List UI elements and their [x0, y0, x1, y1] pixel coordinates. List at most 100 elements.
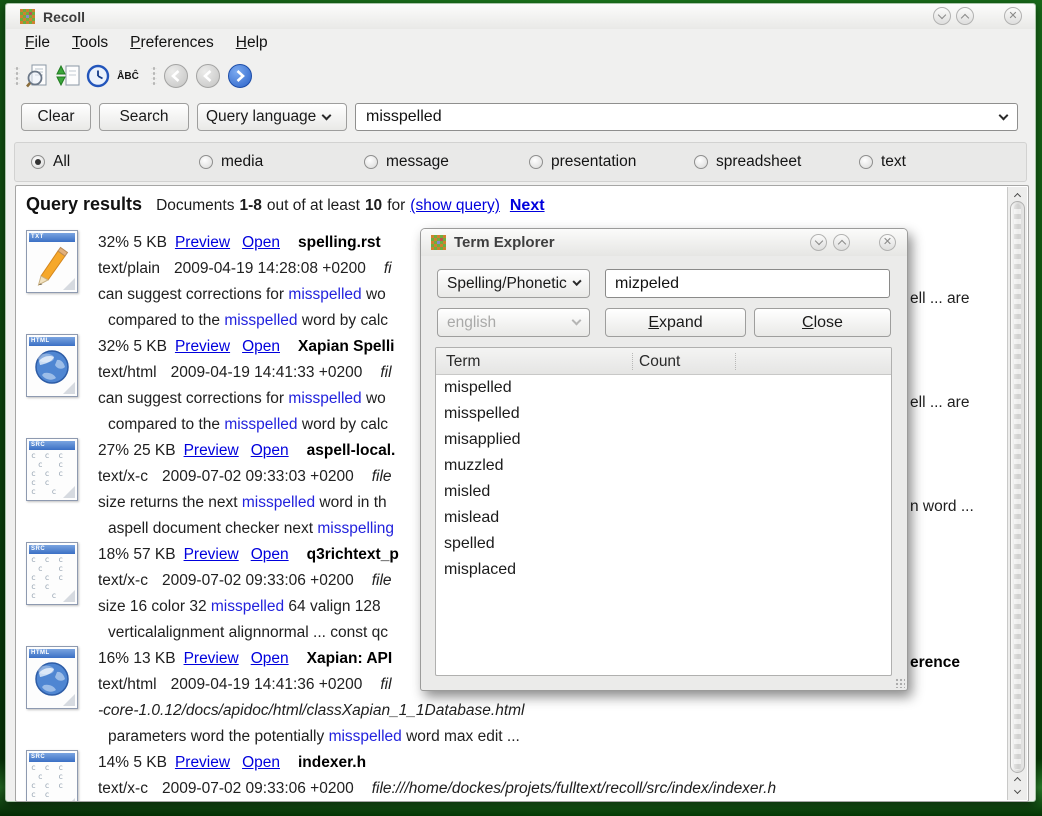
filter-presentation[interactable]: presentation — [529, 143, 636, 181]
search-mode-select[interactable]: Query language — [197, 103, 347, 131]
source-code-icon: c c c c cc c cc cc c — [31, 555, 65, 600]
menu-tools[interactable]: Tools — [61, 32, 119, 54]
scroll-up-button[interactable] — [1008, 188, 1027, 201]
filter-message[interactable]: message — [364, 143, 449, 181]
main-titlebar[interactable]: Recoll ✕ — [6, 4, 1035, 29]
open-link[interactable]: Open — [242, 338, 280, 355]
previous-page-button[interactable] — [196, 64, 220, 88]
menu-bar: File Tools Preferences Help — [6, 29, 1035, 57]
close-button[interactable]: ✕ — [1004, 7, 1022, 25]
scroll-up-button2[interactable] — [1008, 772, 1027, 785]
desktop-background: Recoll ✕ File Tools Preferences Help — [0, 0, 1042, 816]
column-term[interactable]: Term — [446, 348, 480, 375]
txt-doc-icon[interactable]: TXT — [26, 230, 78, 293]
search-button[interactable]: Search — [99, 103, 189, 131]
chevron-down-icon[interactable] — [999, 110, 1009, 120]
next-page-button[interactable] — [228, 64, 252, 88]
term-row[interactable]: mislead — [436, 505, 891, 531]
results-header: Query results Documents 1-8 out of at le… — [26, 194, 545, 215]
toolbar-grip[interactable] — [14, 65, 20, 87]
highlighted-term: misspelled — [288, 286, 361, 303]
open-link[interactable]: Open — [251, 442, 289, 459]
term-row[interactable]: misapplied — [436, 427, 891, 453]
history-icon[interactable] — [83, 61, 113, 91]
open-link[interactable]: Open — [251, 650, 289, 667]
open-link[interactable]: Open — [242, 234, 280, 251]
highlighted-term: misspelled — [288, 390, 361, 407]
results-scrollbar[interactable] — [1007, 187, 1027, 800]
html-doc-icon[interactable]: HTML — [26, 646, 78, 709]
filter-media[interactable]: media — [199, 143, 263, 181]
result-title: indexer.h — [298, 754, 366, 771]
result-title: spelling.rst — [298, 234, 381, 251]
doc-date: 2009-04-19 14:28:08 +0200 — [174, 260, 366, 277]
shade-button[interactable] — [933, 7, 951, 25]
scroll-down-button[interactable] — [1008, 785, 1027, 798]
term-input[interactable] — [605, 269, 890, 298]
resize-grip[interactable] — [895, 678, 905, 688]
term-row[interactable]: misspelled — [436, 401, 891, 427]
clear-button[interactable]: Clear — [21, 103, 91, 131]
expansion-mode-select[interactable]: Spelling/Phonetic — [437, 269, 590, 298]
dialog-close-action-button[interactable]: Close — [754, 308, 891, 337]
arrow-right-icon — [234, 70, 246, 82]
snippet-line: -core-1.0.12/docs/apidoc/html/classXapia… — [98, 698, 525, 724]
html-doc-icon[interactable]: HTML — [26, 334, 78, 397]
result-title: aspell-local. — [307, 442, 396, 459]
dialog-titlebar[interactable]: Term Explorer ✕ — [421, 229, 907, 256]
term-explorer-icon[interactable]: ÅBĈ — [113, 61, 143, 91]
dialog-close-button[interactable]: ✕ — [879, 234, 896, 251]
menu-preferences[interactable]: Preferences — [119, 32, 225, 54]
preview-link[interactable]: Preview — [184, 442, 239, 459]
open-link[interactable]: Open — [242, 754, 280, 771]
sort-parameters-icon[interactable] — [53, 61, 83, 91]
doc-url: file — [372, 572, 392, 589]
term-row[interactable]: mispelled — [436, 375, 891, 401]
filter-all[interactable]: All — [31, 143, 70, 181]
mime-type: text/x-c — [98, 572, 148, 589]
dialog-shade-button[interactable] — [810, 234, 827, 251]
search-input[interactable] — [356, 108, 993, 126]
result-title: Xapian: API — [307, 650, 393, 667]
preview-link[interactable]: Preview — [175, 234, 230, 251]
occluded-text-fragment: erence — [910, 650, 960, 676]
term-row[interactable]: spelled — [436, 531, 891, 557]
terms-table: Term Count mispelledmisspelledmisapplied… — [435, 347, 892, 676]
snippet-line: compared to the misspelled word by calc — [98, 308, 392, 334]
dialog-maximize-button[interactable] — [833, 234, 850, 251]
preview-link[interactable]: Preview — [184, 650, 239, 667]
doc-url: fil — [380, 676, 391, 693]
show-query-link[interactable]: (show query) — [410, 197, 500, 215]
first-page-button[interactable] — [164, 64, 188, 88]
advanced-search-icon[interactable] — [23, 61, 53, 91]
term-row[interactable]: misplaced — [436, 557, 891, 583]
preview-link[interactable]: Preview — [175, 754, 230, 771]
term-explorer-dialog: Term Explorer ✕ Spelling/Phonetic englis… — [420, 228, 908, 691]
toolbar-grip[interactable] — [151, 65, 157, 87]
query-combobox[interactable] — [355, 103, 1018, 131]
filter-text[interactable]: text — [859, 143, 906, 181]
mime-type: text/x-c — [98, 780, 148, 797]
radio-icon — [199, 155, 213, 169]
preview-link[interactable]: Preview — [184, 546, 239, 563]
src-doc-icon[interactable]: SRCc c c c cc c cc cc c — [26, 750, 78, 802]
recoll-app-icon — [431, 235, 446, 250]
open-link[interactable]: Open — [251, 546, 289, 563]
src-doc-icon[interactable]: SRCc c c c cc c cc cc c — [26, 542, 78, 605]
term-row[interactable]: muzzled — [436, 453, 891, 479]
language-select: english — [437, 308, 590, 337]
src-doc-icon[interactable]: SRCc c c c cc c cc cc c — [26, 438, 78, 501]
terms-table-header[interactable]: Term Count — [436, 348, 891, 375]
column-count[interactable]: Count — [639, 348, 680, 375]
snippet-line: can suggest corrections for misspelled w… — [98, 282, 392, 308]
next-page-link[interactable]: Next — [510, 197, 545, 215]
expand-button[interactable]: Expand — [605, 308, 746, 337]
menu-file[interactable]: File — [14, 32, 61, 54]
maximize-button[interactable] — [956, 7, 974, 25]
filter-spreadsheet[interactable]: spreadsheet — [694, 143, 801, 181]
scrollbar-thumb[interactable] — [1010, 201, 1025, 773]
relevance-and-size: 18% 57 KB — [98, 546, 176, 563]
preview-link[interactable]: Preview — [175, 338, 230, 355]
menu-help[interactable]: Help — [225, 32, 279, 54]
term-row[interactable]: misled — [436, 479, 891, 505]
